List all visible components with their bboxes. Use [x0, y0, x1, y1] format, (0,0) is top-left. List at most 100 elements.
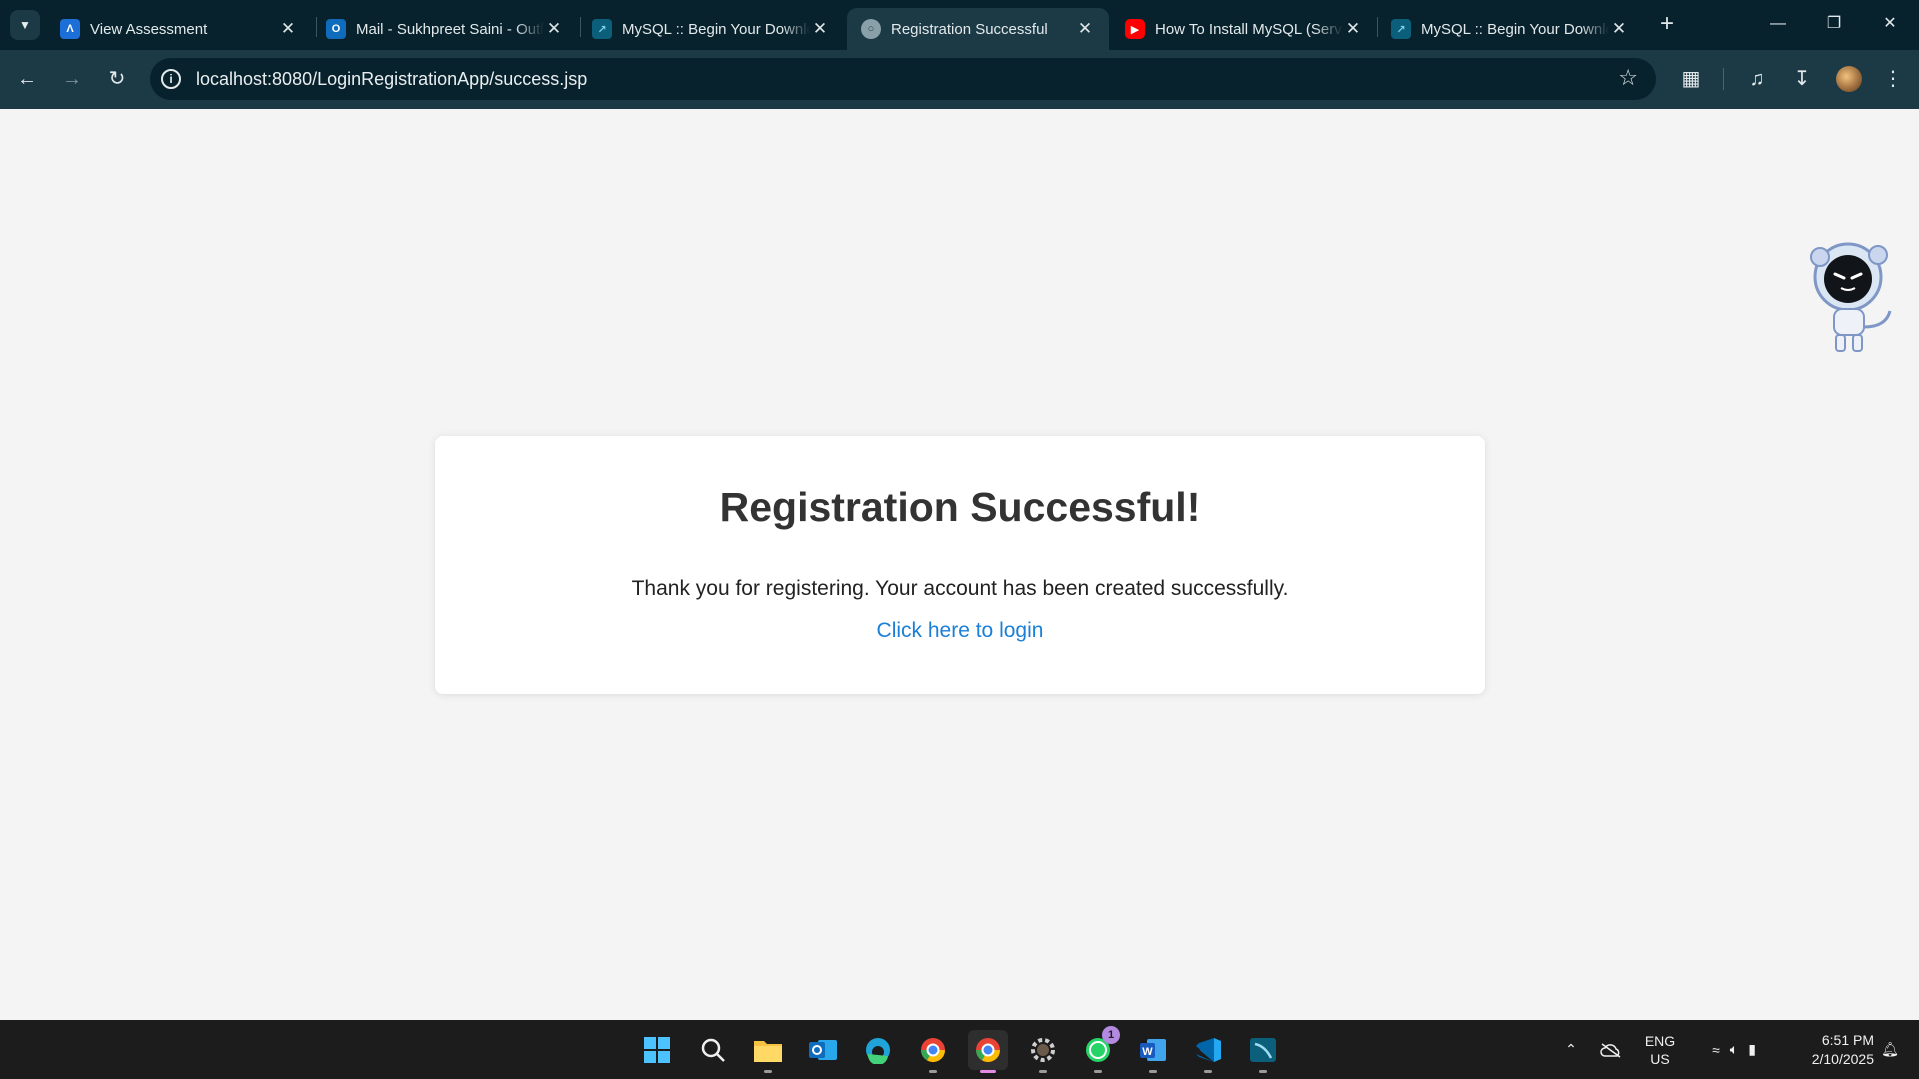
tab-outlook-mail[interactable]: O Mail - Sukhpreet Saini - Outlook ✕	[312, 8, 578, 50]
taskbar-chrome-profile[interactable]	[913, 1030, 953, 1073]
clock-time: 6:51 PM	[1821, 1031, 1874, 1048]
taskbar-whatsapp[interactable]: 1	[1078, 1026, 1120, 1073]
address-bar[interactable]: i localhost:8080/LoginRegistrationApp/su…	[150, 58, 1656, 100]
notifications-button[interactable]: 🔔︎	[1876, 1020, 1904, 1079]
forward-button[interactable]: →	[56, 63, 88, 95]
wifi-icon: ≈	[1712, 1041, 1720, 1058]
arrow-left-icon: ←	[17, 68, 37, 90]
input-language-indicator[interactable]: ENG US	[1640, 1020, 1680, 1079]
gear-icon	[1031, 1038, 1055, 1062]
minimize-icon: —	[1770, 15, 1786, 32]
tab-title: How To Install MySQL (Server	[1155, 20, 1343, 38]
vscode-icon	[1196, 1038, 1221, 1062]
reload-button[interactable]: ↻	[101, 63, 133, 95]
playlist-icon: ♫	[1749, 68, 1765, 90]
keyboard-region: US	[1650, 1050, 1670, 1067]
chevron-up-icon: ⌃	[1565, 1041, 1577, 1057]
onedrive-status[interactable]	[1595, 1020, 1627, 1079]
media-controls-button[interactable]: ♫	[1741, 63, 1773, 95]
toolbar-divider	[1723, 68, 1724, 90]
outlook-icon	[809, 1040, 837, 1060]
bookmark-star-icon[interactable]: ☆	[1618, 65, 1638, 91]
windows-taskbar: 1 W ⌃ ENG US ≈ 🔈︎ ▮ 6:51 PM 2/10/2025 🔔︎	[0, 1020, 1919, 1079]
login-link[interactable]: Click here to login	[877, 619, 1044, 643]
search-icon	[701, 1038, 725, 1062]
taskbar-outlook[interactable]	[803, 1030, 843, 1070]
taskbar-chrome-active[interactable]	[968, 1030, 1008, 1073]
more-vertical-icon: ⋮	[1883, 68, 1903, 90]
taskbar-edge[interactable]	[858, 1030, 898, 1070]
close-icon[interactable]: ✕	[1343, 19, 1363, 39]
close-icon[interactable]: ✕	[278, 19, 298, 39]
browser-menu-button[interactable]: ⋮	[1877, 63, 1909, 95]
url-text[interactable]: localhost:8080/LoginRegistrationApp/succ…	[196, 69, 587, 90]
tab-view-assessment[interactable]: Λ View Assessment ✕	[46, 8, 312, 50]
notification-badge: 1	[1102, 1026, 1120, 1044]
mysql-icon: ↗	[1391, 19, 1411, 39]
restore-button[interactable]: ❐	[1806, 0, 1862, 50]
downloads-button[interactable]: ↧	[1786, 63, 1818, 95]
tab-mysql-download-1[interactable]: ↗ MySQL :: Begin Your Download ✕	[578, 8, 844, 50]
battery-icon: ▮	[1748, 1041, 1756, 1057]
running-indicator	[1259, 1070, 1267, 1073]
close-icon[interactable]: ✕	[810, 19, 830, 39]
chrome-icon	[976, 1038, 1000, 1063]
cloud-offline-icon	[1600, 1042, 1621, 1058]
taskbar-vscode[interactable]	[1188, 1030, 1228, 1073]
tab-strip: ▼ Λ View Assessment ✕ O Mail - Sukhpreet…	[0, 0, 1919, 50]
minimize-button[interactable]: —	[1750, 0, 1806, 50]
start-button[interactable]	[637, 1030, 677, 1070]
running-indicator	[929, 1070, 937, 1073]
tab-mysql-download-2[interactable]: ↗ MySQL :: Begin Your Download ✕	[1377, 8, 1643, 50]
tab-youtube-mysql[interactable]: ▶ How To Install MySQL (Server ✕	[1111, 8, 1377, 50]
mysql-icon: ↗	[592, 19, 612, 39]
speaker-icon: 🔈︎	[1729, 1041, 1739, 1057]
running-indicator	[1149, 1070, 1157, 1073]
chevron-down-icon: ▼	[19, 18, 31, 32]
show-hidden-icons-button[interactable]: ⌃	[1557, 1020, 1585, 1079]
page-title: Registration Successful!	[719, 484, 1201, 530]
active-indicator	[980, 1070, 996, 1073]
new-tab-button[interactable]: +	[1652, 10, 1682, 40]
site-info-icon[interactable]: i	[161, 69, 181, 89]
edge-icon	[866, 1038, 890, 1064]
tab-title: Mail - Sukhpreet Saini - Outlook	[356, 20, 544, 38]
reload-icon: ↻	[108, 68, 126, 90]
success-message: Thank you for registering. Your account …	[631, 577, 1289, 600]
back-button[interactable]: ←	[11, 63, 43, 95]
running-indicator	[1094, 1070, 1102, 1073]
astronaut-mascot-icon[interactable]	[1806, 241, 1896, 356]
puzzle-icon: ▦	[1681, 68, 1701, 90]
taskbar-settings[interactable]	[1023, 1030, 1063, 1073]
extensions-button[interactable]: ▦	[1675, 63, 1707, 95]
globe-icon: ○	[861, 19, 881, 39]
search-button[interactable]	[693, 1030, 733, 1070]
folder-icon	[754, 1041, 782, 1062]
clock[interactable]: 6:51 PM 2/10/2025	[1790, 1020, 1874, 1079]
download-icon: ↧	[1793, 68, 1811, 90]
tab-title: Registration Successful	[891, 20, 1048, 38]
tab-registration-successful[interactable]: ○ Registration Successful ✕	[847, 8, 1109, 50]
close-icon[interactable]: ✕	[1609, 19, 1629, 39]
close-icon[interactable]: ✕	[544, 19, 564, 39]
language-code: ENG	[1644, 1032, 1676, 1049]
restore-icon: ❐	[1826, 15, 1842, 32]
close-icon: ✕	[1883, 15, 1897, 32]
bell-icon: 🔔︎	[1881, 1041, 1899, 1057]
mysql-workbench-icon	[1250, 1038, 1276, 1062]
taskbar-file-explorer[interactable]	[748, 1030, 788, 1073]
chrome-icon	[921, 1038, 945, 1063]
taskbar-mysql-workbench[interactable]	[1243, 1030, 1283, 1073]
page-content: Registration Successful! Thank you for r…	[0, 109, 1919, 1020]
quick-settings-button[interactable]: ≈ 🔈︎ ▮	[1692, 1020, 1776, 1079]
success-card: Registration Successful! Thank you for r…	[435, 436, 1485, 694]
browser-toolbar: ← → ↻ i localhost:8080/LoginRegistration…	[0, 50, 1919, 109]
taskbar-word[interactable]: W	[1133, 1030, 1173, 1073]
close-window-button[interactable]: ✕	[1862, 0, 1918, 50]
profile-avatar[interactable]	[1836, 66, 1862, 92]
tab-title: View Assessment	[90, 20, 208, 38]
svg-text:W: W	[1142, 1046, 1153, 1058]
close-icon[interactable]: ✕	[1075, 19, 1095, 39]
running-indicator	[1204, 1070, 1212, 1073]
tab-search-button[interactable]: ▼	[10, 10, 40, 40]
